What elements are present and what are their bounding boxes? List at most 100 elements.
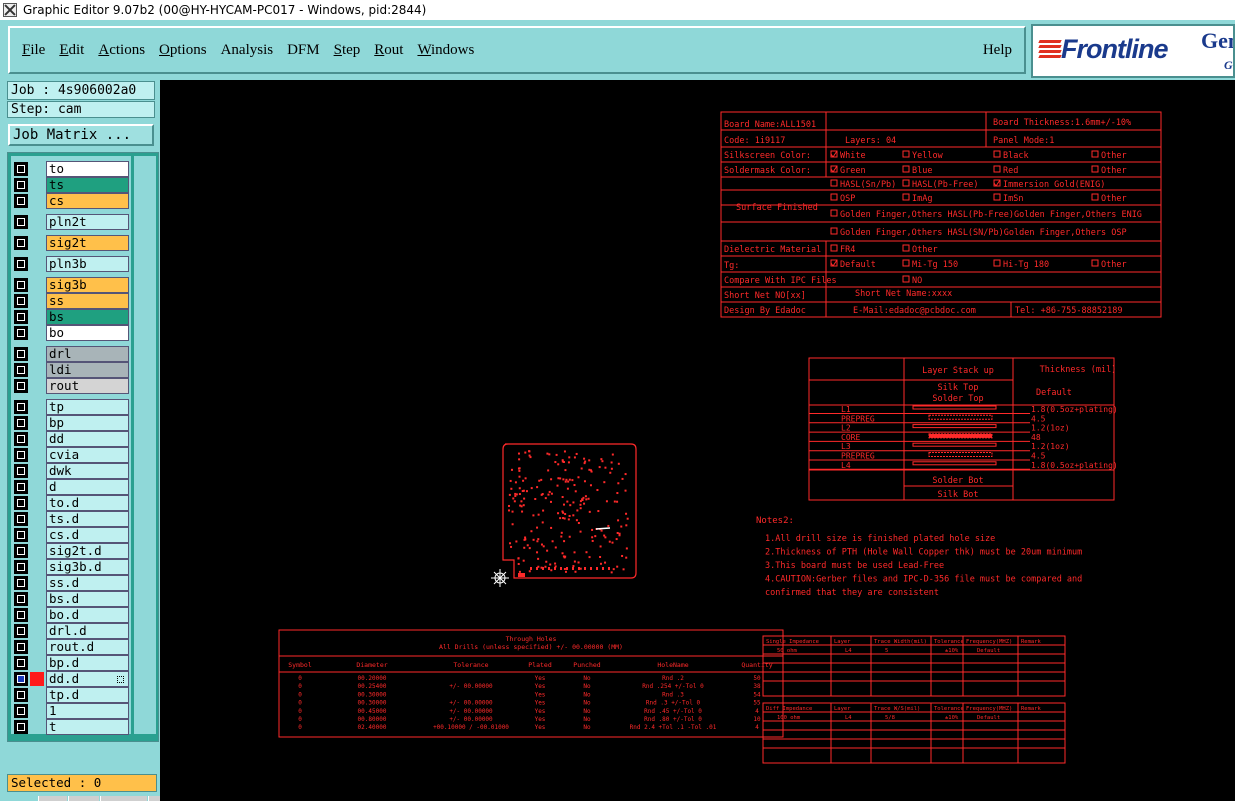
layer-checkbox[interactable] bbox=[14, 688, 28, 702]
layer-name[interactable]: sig3b bbox=[46, 277, 129, 293]
layer-name[interactable]: to bbox=[46, 161, 129, 177]
layer-checkbox[interactable] bbox=[14, 624, 28, 638]
layer-row-bs.d[interactable]: bs.d bbox=[11, 591, 131, 607]
layer-checkbox[interactable] bbox=[14, 236, 28, 250]
layer-row-cvia[interactable]: cvia bbox=[11, 447, 131, 463]
layer-scrollbar[interactable] bbox=[134, 156, 156, 734]
layer-row-cs.d[interactable]: cs.d bbox=[11, 527, 131, 543]
layer-row-tp.d[interactable]: tp.d bbox=[11, 687, 131, 703]
layer-row-sig3b.d[interactable]: sig3b.d bbox=[11, 559, 131, 575]
layer-checkbox[interactable] bbox=[14, 178, 28, 192]
layer-row-drl.d[interactable]: drl.d bbox=[11, 623, 131, 639]
layer-name[interactable]: cs.d bbox=[46, 527, 129, 543]
layer-row-rout.d[interactable]: rout.d bbox=[11, 639, 131, 655]
layer-row-sig2t[interactable]: sig2t bbox=[11, 235, 131, 251]
layer-row-d[interactable]: d bbox=[11, 479, 131, 495]
layer-name[interactable]: bs.d bbox=[46, 591, 129, 607]
layer-checkbox[interactable] bbox=[14, 656, 28, 670]
layer-checkbox[interactable] bbox=[14, 215, 28, 229]
layer-name[interactable]: rout.d bbox=[46, 639, 129, 655]
layer-name[interactable]: d bbox=[46, 479, 129, 495]
layer-name[interactable]: cs bbox=[46, 193, 129, 209]
layer-row-dd.d[interactable]: dd.d bbox=[11, 671, 131, 687]
layer-name[interactable]: 1 bbox=[46, 703, 129, 719]
layer-checkbox[interactable] bbox=[14, 379, 28, 393]
layer-name[interactable]: bo.d bbox=[46, 607, 129, 623]
menu-step[interactable]: Step bbox=[332, 40, 363, 61]
layer-row-cs[interactable]: cs bbox=[11, 193, 131, 209]
layer-checkbox[interactable] bbox=[14, 347, 28, 361]
layer-checkbox[interactable] bbox=[14, 704, 28, 718]
layer-checkbox[interactable] bbox=[14, 560, 28, 574]
layer-checkbox[interactable] bbox=[14, 194, 28, 208]
layer-name[interactable]: drl.d bbox=[46, 623, 129, 639]
layer-name[interactable]: dwk bbox=[46, 463, 129, 479]
layer-row-t[interactable]: t bbox=[11, 719, 131, 735]
layer-name[interactable]: to.d bbox=[46, 495, 129, 511]
graphic-canvas[interactable]: Board Name:ALL1501 Board Thickness:1.6mm+… bbox=[160, 80, 1235, 801]
menu-help[interactable]: Help bbox=[981, 40, 1014, 61]
layer-checkbox[interactable] bbox=[14, 480, 28, 494]
layer-checkbox[interactable] bbox=[14, 162, 28, 176]
layer-checkbox[interactable] bbox=[14, 608, 28, 622]
layer-name[interactable]: cvia bbox=[46, 447, 129, 463]
layer-checkbox[interactable] bbox=[14, 672, 28, 686]
layer-name[interactable]: bp.d bbox=[46, 655, 129, 671]
layer-name[interactable]: bp bbox=[46, 415, 129, 431]
menu-edit[interactable]: Edit bbox=[57, 40, 86, 61]
layer-name[interactable]: sig2t bbox=[46, 235, 129, 251]
layer-row-to.d[interactable]: to.d bbox=[11, 495, 131, 511]
layer-checkbox[interactable] bbox=[14, 640, 28, 654]
layer-name[interactable]: sig2t.d bbox=[46, 543, 129, 559]
layer-row-dwk[interactable]: dwk bbox=[11, 463, 131, 479]
layer-row-sig2t.d[interactable]: sig2t.d bbox=[11, 543, 131, 559]
layer-row-sig3b[interactable]: sig3b bbox=[11, 277, 131, 293]
layer-name[interactable]: pln3b bbox=[46, 256, 129, 272]
layer-name[interactable]: dd.d bbox=[46, 671, 129, 687]
layer-options-icon[interactable] bbox=[117, 676, 124, 683]
layer-row-bo.d[interactable]: bo.d bbox=[11, 607, 131, 623]
layer-name[interactable]: rout bbox=[46, 378, 129, 394]
layer-checkbox[interactable] bbox=[14, 363, 28, 377]
layer-checkbox[interactable] bbox=[14, 496, 28, 510]
layer-name[interactable]: ts bbox=[46, 177, 129, 193]
layer-row-ss[interactable]: ss bbox=[11, 293, 131, 309]
layer-row-ts[interactable]: ts bbox=[11, 177, 131, 193]
job-matrix-button[interactable]: Job Matrix ... bbox=[8, 124, 154, 146]
layer-checkbox[interactable] bbox=[14, 576, 28, 590]
layer-checkbox[interactable] bbox=[14, 326, 28, 340]
layer-row-bo[interactable]: bo bbox=[11, 325, 131, 341]
layer-name[interactable]: pln2t bbox=[46, 214, 129, 230]
layer-checkbox[interactable] bbox=[14, 432, 28, 446]
layer-name[interactable]: ss bbox=[46, 293, 129, 309]
layer-name[interactable]: ts.d bbox=[46, 511, 129, 527]
menu-actions[interactable]: Actions bbox=[96, 40, 147, 61]
layer-name[interactable]: sig3b.d bbox=[46, 559, 129, 575]
layer-row-pln3b[interactable]: pln3b bbox=[11, 256, 131, 272]
menu-windows[interactable]: Windows bbox=[415, 40, 476, 61]
layer-checkbox[interactable] bbox=[14, 464, 28, 478]
layer-row-bp[interactable]: bp bbox=[11, 415, 131, 431]
menu-rout[interactable]: Rout bbox=[372, 40, 405, 61]
layer-checkbox[interactable] bbox=[14, 512, 28, 526]
layer-row-drl[interactable]: drl bbox=[11, 346, 131, 362]
layer-row-ldi[interactable]: ldi bbox=[11, 362, 131, 378]
layer-row-bs[interactable]: bs bbox=[11, 309, 131, 325]
layer-name[interactable]: tp bbox=[46, 399, 129, 415]
layer-checkbox[interactable] bbox=[14, 310, 28, 324]
layer-name[interactable]: tp.d bbox=[46, 687, 129, 703]
layer-name[interactable]: drl bbox=[46, 346, 129, 362]
layer-checkbox[interactable] bbox=[14, 400, 28, 414]
layer-row-dd[interactable]: dd bbox=[11, 431, 131, 447]
layer-checkbox[interactable] bbox=[14, 416, 28, 430]
layer-name[interactable]: bs bbox=[46, 309, 129, 325]
layer-checkbox[interactable] bbox=[14, 294, 28, 308]
layer-checkbox[interactable] bbox=[14, 592, 28, 606]
layer-row-rout[interactable]: rout bbox=[11, 378, 131, 394]
layer-name[interactable]: dd bbox=[46, 431, 129, 447]
menu-file[interactable]: File bbox=[20, 40, 47, 61]
layer-checkbox[interactable] bbox=[14, 544, 28, 558]
menu-options[interactable]: Options bbox=[157, 40, 209, 61]
layer-checkbox[interactable] bbox=[14, 448, 28, 462]
layer-row-ss.d[interactable]: ss.d bbox=[11, 575, 131, 591]
